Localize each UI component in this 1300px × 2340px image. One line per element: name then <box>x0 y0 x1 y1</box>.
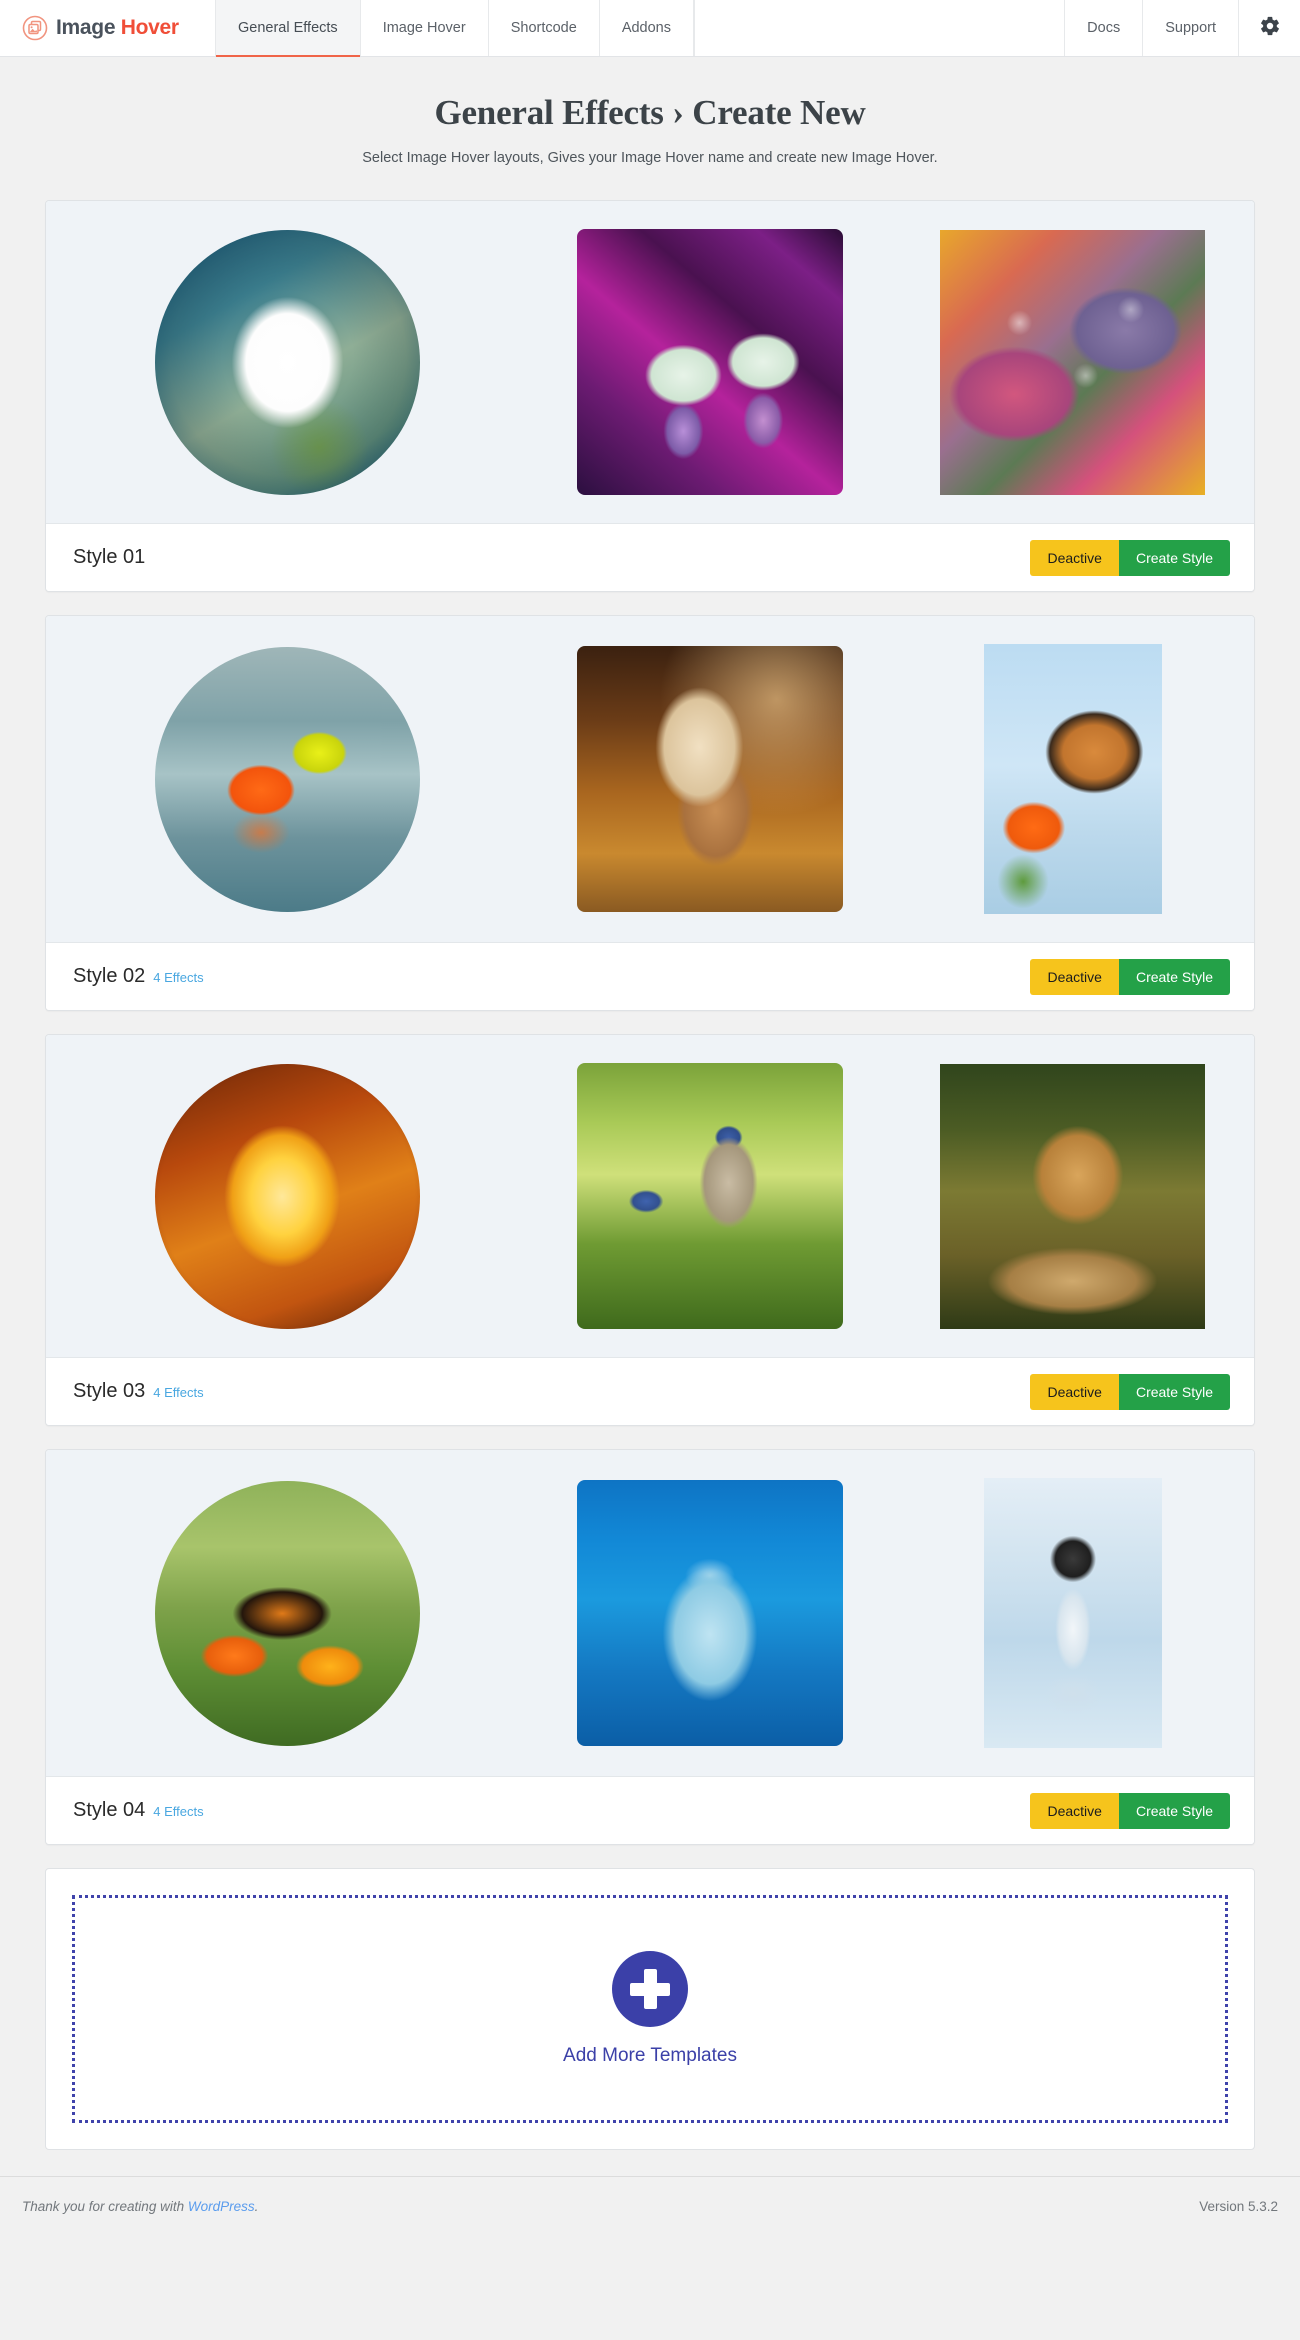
style-title: Style 04 4 Effects <box>73 1799 204 1822</box>
page-subtitle: Select Image Hover layouts, Gives your I… <box>362 150 938 166</box>
footer-credit: Thank you for creating with WordPress. <box>22 2199 258 2214</box>
brand-wordmark: Image Hover <box>56 16 179 40</box>
create-style-button[interactable]: Create Style <box>1118 958 1230 995</box>
add-more-templates-card: Add More Templates <box>45 1868 1255 2150</box>
husky-puppy-snow-thumbnail[interactable] <box>983 1478 1162 1748</box>
preview-slot <box>529 1063 891 1329</box>
nav-label-shortcode: Shortcode <box>510 20 577 36</box>
create-style-button[interactable]: Create Style <box>1118 1373 1230 1410</box>
style-card: Style 02 4 Effects Deactive Create Style <box>45 615 1255 1011</box>
daisy-flower-thumbnail[interactable] <box>155 229 421 495</box>
nav-item-general-effects[interactable]: General Effects <box>215 0 360 57</box>
preview-slot <box>46 1480 529 1746</box>
origami-boat-thumbnail[interactable] <box>155 646 421 912</box>
preview-slot <box>529 229 891 495</box>
style-card: Style 03 4 Effects Deactive Create Style <box>45 1034 1255 1426</box>
styles-list: Style 01 Deactive Create Style Style 02 <box>0 166 1300 2150</box>
preview-slot <box>892 1478 1254 1748</box>
preview-slot <box>46 1063 529 1329</box>
style-name-label: Style 01 <box>73 546 146 568</box>
footer-credit-prefix: Thank you for creating with <box>22 2199 188 2214</box>
brand-word-hover: Hover <box>120 16 179 39</box>
primary-nav: General Effects Image Hover Shortcode Ad… <box>215 0 694 57</box>
image-hover-logo-icon <box>22 15 48 41</box>
effects-count-label: 4 Effects <box>153 1804 204 1819</box>
version-label: Version 5.3.2 <box>1199 2199 1278 2214</box>
butterfly-on-flower-thumbnail[interactable] <box>983 644 1162 914</box>
secondary-nav: Docs Support <box>1064 0 1300 56</box>
nav-item-support[interactable]: Support <box>1142 0 1238 56</box>
deactive-button[interactable]: Deactive <box>1030 1373 1119 1410</box>
style-name-label: Style 04 <box>73 1799 146 1821</box>
page-footer: Thank you for creating with WordPress. V… <box>0 2176 1300 2236</box>
style-title: Style 01 <box>73 546 153 569</box>
lion-resting-thumbnail[interactable] <box>940 1063 1206 1329</box>
preview-slot <box>892 1063 1254 1329</box>
footer-credit-suffix: . <box>254 2199 259 2214</box>
dewy-autumn-leaves-thumbnail[interactable] <box>940 229 1206 495</box>
nav-label-support: Support <box>1165 20 1216 36</box>
style-card: Style 04 4 Effects Deactive Create Style <box>45 1449 1255 1845</box>
gear-icon <box>1259 15 1281 42</box>
top-navigation-bar: Image Hover General Effects Image Hover … <box>0 0 1300 57</box>
style-preview-row <box>46 1450 1254 1777</box>
brand-logo[interactable]: Image Hover <box>0 0 215 56</box>
monarch-butterfly-marigold-thumbnail[interactable] <box>155 1480 421 1746</box>
page-title: General Effects › Create New <box>434 93 866 132</box>
nav-label-general-effects: General Effects <box>238 20 338 36</box>
style-name-label: Style 02 <box>73 965 146 987</box>
preview-slot <box>529 646 891 912</box>
plus-icon[interactable] <box>612 1951 688 2027</box>
style-actions: Deactive Create Style <box>1030 539 1230 576</box>
style-actions: Deactive Create Style <box>1030 958 1230 995</box>
style-preview-row <box>46 616 1254 943</box>
nav-item-shortcode[interactable]: Shortcode <box>487 0 599 56</box>
deactive-button[interactable]: Deactive <box>1030 539 1119 576</box>
preview-slot <box>892 229 1254 495</box>
nav-item-docs[interactable]: Docs <box>1064 0 1142 56</box>
style-card-footer: Style 01 Deactive Create Style <box>46 524 1254 591</box>
effects-count-label: 4 Effects <box>153 1385 204 1400</box>
style-actions: Deactive Create Style <box>1030 1792 1230 1829</box>
bluebirds-birdhouse-thumbnail[interactable] <box>577 1063 844 1329</box>
create-style-button[interactable]: Create Style <box>1118 1792 1230 1829</box>
nav-label-addons: Addons <box>621 20 671 36</box>
create-style-button[interactable]: Create Style <box>1118 539 1230 576</box>
settings-button[interactable] <box>1238 0 1300 56</box>
style-card: Style 01 Deactive Create Style <box>45 200 1255 592</box>
preview-slot <box>46 229 529 495</box>
nav-label-image-hover: Image Hover <box>382 20 466 36</box>
preview-slot <box>46 646 529 912</box>
style-title: Style 03 4 Effects <box>73 1380 204 1403</box>
nav-item-image-hover[interactable]: Image Hover <box>359 0 488 56</box>
deactive-button[interactable]: Deactive <box>1030 1792 1119 1829</box>
style-preview-row <box>46 201 1254 524</box>
deactive-button[interactable]: Deactive <box>1030 958 1119 995</box>
preview-slot <box>529 1480 891 1746</box>
style-preview-row <box>46 1035 1254 1358</box>
lily-of-the-valley-thumbnail[interactable] <box>577 229 844 495</box>
preview-slot <box>892 644 1254 914</box>
add-more-templates-dropzone[interactable]: Add More Templates <box>72 1895 1228 2123</box>
style-name-label: Style 03 <box>73 1380 146 1402</box>
nav-item-addons[interactable]: Addons <box>598 0 694 56</box>
style-card-footer: Style 03 4 Effects Deactive Create Style <box>46 1358 1254 1425</box>
horse-running-thumbnail[interactable] <box>577 646 844 912</box>
style-title: Style 02 4 Effects <box>73 965 204 988</box>
style-actions: Deactive Create Style <box>1030 1373 1230 1410</box>
dolphin-underwater-thumbnail[interactable] <box>577 1480 844 1746</box>
nav-spacer <box>694 0 1064 56</box>
wordpress-link[interactable]: WordPress <box>188 2199 255 2214</box>
nav-label-docs: Docs <box>1087 20 1121 36</box>
page-header: General Effects › Create New Select Imag… <box>0 57 1300 166</box>
brand-word-image: Image <box>56 16 116 39</box>
glowing-lantern-flower-thumbnail[interactable] <box>155 1063 421 1329</box>
style-card-footer: Style 02 4 Effects Deactive Create Style <box>46 943 1254 1010</box>
add-more-templates-label: Add More Templates <box>563 2045 737 2066</box>
effects-count-label: 4 Effects <box>153 970 204 985</box>
style-card-footer: Style 04 4 Effects Deactive Create Style <box>46 1777 1254 1844</box>
